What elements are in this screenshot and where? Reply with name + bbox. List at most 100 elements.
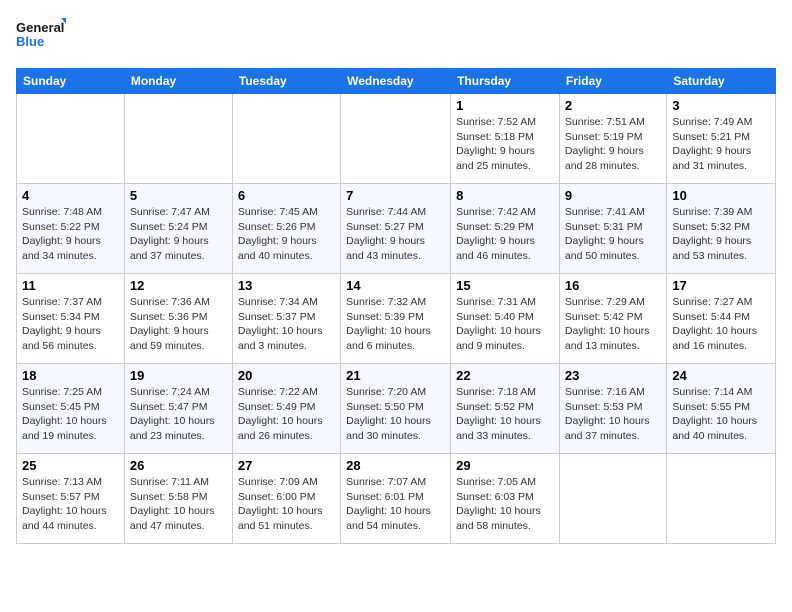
day-number: 13 <box>238 278 335 293</box>
day-number: 21 <box>346 368 445 383</box>
day-info: Sunrise: 7:07 AMSunset: 6:01 PMDaylight:… <box>346 475 445 534</box>
day-info: Sunrise: 7:44 AMSunset: 5:27 PMDaylight:… <box>346 205 445 264</box>
calendar-cell <box>559 454 666 544</box>
day-info: Sunrise: 7:14 AMSunset: 5:55 PMDaylight:… <box>672 385 770 444</box>
day-info: Sunrise: 7:42 AMSunset: 5:29 PMDaylight:… <box>456 205 554 264</box>
calendar-cell: 1 Sunrise: 7:52 AMSunset: 5:18 PMDaylight… <box>451 94 560 184</box>
page-header: General Blue <box>16 16 776 56</box>
day-number: 19 <box>130 368 227 383</box>
day-info: Sunrise: 7:37 AMSunset: 5:34 PMDaylight:… <box>22 295 119 354</box>
day-number: 14 <box>346 278 445 293</box>
day-number: 5 <box>130 188 227 203</box>
header-tuesday: Tuesday <box>232 69 340 94</box>
day-info: Sunrise: 7:41 AMSunset: 5:31 PMDaylight:… <box>565 205 661 264</box>
day-info: Sunrise: 7:34 AMSunset: 5:37 PMDaylight:… <box>238 295 335 354</box>
day-number: 7 <box>346 188 445 203</box>
calendar-cell: 24 Sunrise: 7:14 AMSunset: 5:55 PMDayligh… <box>667 364 776 454</box>
calendar-cell: 6 Sunrise: 7:45 AMSunset: 5:26 PMDaylight… <box>232 184 340 274</box>
header-wednesday: Wednesday <box>341 69 451 94</box>
logo-svg: General Blue <box>16 16 66 56</box>
day-number: 29 <box>456 458 554 473</box>
calendar-cell <box>17 94 125 184</box>
calendar-cell <box>124 94 232 184</box>
calendar-cell: 21 Sunrise: 7:20 AMSunset: 5:50 PMDayligh… <box>341 364 451 454</box>
day-number: 23 <box>565 368 661 383</box>
day-number: 25 <box>22 458 119 473</box>
day-number: 6 <box>238 188 335 203</box>
day-info: Sunrise: 7:51 AMSunset: 5:19 PMDaylight:… <box>565 115 661 174</box>
day-info: Sunrise: 7:25 AMSunset: 5:45 PMDaylight:… <box>22 385 119 444</box>
day-number: 3 <box>672 98 770 113</box>
calendar-cell: 26 Sunrise: 7:11 AMSunset: 5:58 PMDayligh… <box>124 454 232 544</box>
day-info: Sunrise: 7:24 AMSunset: 5:47 PMDaylight:… <box>130 385 227 444</box>
day-info: Sunrise: 7:20 AMSunset: 5:50 PMDaylight:… <box>346 385 445 444</box>
logo: General Blue <box>16 16 66 56</box>
day-info: Sunrise: 7:45 AMSunset: 5:26 PMDaylight:… <box>238 205 335 264</box>
svg-text:General: General <box>16 20 64 35</box>
week-row-1: 1 Sunrise: 7:52 AMSunset: 5:18 PMDaylight… <box>17 94 776 184</box>
day-info: Sunrise: 7:27 AMSunset: 5:44 PMDaylight:… <box>672 295 770 354</box>
header-saturday: Saturday <box>667 69 776 94</box>
header-thursday: Thursday <box>451 69 560 94</box>
day-info: Sunrise: 7:05 AMSunset: 6:03 PMDaylight:… <box>456 475 554 534</box>
day-info: Sunrise: 7:11 AMSunset: 5:58 PMDaylight:… <box>130 475 227 534</box>
calendar-header-row: SundayMondayTuesdayWednesdayThursdayFrid… <box>17 69 776 94</box>
calendar-cell: 8 Sunrise: 7:42 AMSunset: 5:29 PMDaylight… <box>451 184 560 274</box>
calendar-cell: 15 Sunrise: 7:31 AMSunset: 5:40 PMDayligh… <box>451 274 560 364</box>
day-info: Sunrise: 7:48 AMSunset: 5:22 PMDaylight:… <box>22 205 119 264</box>
day-number: 15 <box>456 278 554 293</box>
day-info: Sunrise: 7:18 AMSunset: 5:52 PMDaylight:… <box>456 385 554 444</box>
calendar-cell: 22 Sunrise: 7:18 AMSunset: 5:52 PMDayligh… <box>451 364 560 454</box>
calendar-cell: 3 Sunrise: 7:49 AMSunset: 5:21 PMDaylight… <box>667 94 776 184</box>
calendar-cell: 14 Sunrise: 7:32 AMSunset: 5:39 PMDayligh… <box>341 274 451 364</box>
calendar-cell: 25 Sunrise: 7:13 AMSunset: 5:57 PMDayligh… <box>17 454 125 544</box>
day-number: 1 <box>456 98 554 113</box>
day-number: 27 <box>238 458 335 473</box>
day-info: Sunrise: 7:09 AMSunset: 6:00 PMDaylight:… <box>238 475 335 534</box>
calendar-cell: 20Sunrise: 7:22 AMSunset: 5:49 PMDayligh… <box>232 364 340 454</box>
day-number: 8 <box>456 188 554 203</box>
calendar-cell: 17 Sunrise: 7:27 AMSunset: 5:44 PMDayligh… <box>667 274 776 364</box>
calendar-cell: 19 Sunrise: 7:24 AMSunset: 5:47 PMDayligh… <box>124 364 232 454</box>
calendar-cell: 7 Sunrise: 7:44 AMSunset: 5:27 PMDaylight… <box>341 184 451 274</box>
calendar-cell: 2 Sunrise: 7:51 AMSunset: 5:19 PMDaylight… <box>559 94 666 184</box>
day-info: Sunrise: 7:13 AMSunset: 5:57 PMDaylight:… <box>22 475 119 534</box>
calendar-cell: 5 Sunrise: 7:47 AMSunset: 5:24 PMDaylight… <box>124 184 232 274</box>
day-info: Sunrise: 7:49 AMSunset: 5:21 PMDaylight:… <box>672 115 770 174</box>
calendar-cell: 12 Sunrise: 7:36 AMSunset: 5:36 PMDayligh… <box>124 274 232 364</box>
calendar-cell: 16Sunrise: 7:29 AMSunset: 5:42 PMDayligh… <box>559 274 666 364</box>
calendar-cell: 4Sunrise: 7:48 AMSunset: 5:22 PMDaylight… <box>17 184 125 274</box>
week-row-5: 25 Sunrise: 7:13 AMSunset: 5:57 PMDayligh… <box>17 454 776 544</box>
week-row-3: 11 Sunrise: 7:37 AMSunset: 5:34 PMDayligh… <box>17 274 776 364</box>
day-info: Sunrise: 7:22 AMSunset: 5:49 PMDaylight:… <box>238 385 335 444</box>
calendar-table: SundayMondayTuesdayWednesdayThursdayFrid… <box>16 68 776 544</box>
calendar-cell: 29 Sunrise: 7:05 AMSunset: 6:03 PMDayligh… <box>451 454 560 544</box>
day-number: 12 <box>130 278 227 293</box>
calendar-cell: 10Sunrise: 7:39 AMSunset: 5:32 PMDayligh… <box>667 184 776 274</box>
day-info: Sunrise: 7:47 AMSunset: 5:24 PMDaylight:… <box>130 205 227 264</box>
header-sunday: Sunday <box>17 69 125 94</box>
day-info: Sunrise: 7:31 AMSunset: 5:40 PMDaylight:… <box>456 295 554 354</box>
svg-text:Blue: Blue <box>16 34 44 49</box>
day-info: Sunrise: 7:39 AMSunset: 5:32 PMDaylight:… <box>672 205 770 264</box>
day-number: 24 <box>672 368 770 383</box>
calendar-cell: 28Sunrise: 7:07 AMSunset: 6:01 PMDayligh… <box>341 454 451 544</box>
day-info: Sunrise: 7:16 AMSunset: 5:53 PMDaylight:… <box>565 385 661 444</box>
calendar-cell <box>341 94 451 184</box>
week-row-2: 4Sunrise: 7:48 AMSunset: 5:22 PMDaylight… <box>17 184 776 274</box>
day-number: 2 <box>565 98 661 113</box>
calendar-cell: 9Sunrise: 7:41 AMSunset: 5:31 PMDaylight… <box>559 184 666 274</box>
day-info: Sunrise: 7:52 AMSunset: 5:18 PMDaylight:… <box>456 115 554 174</box>
day-number: 26 <box>130 458 227 473</box>
day-number: 11 <box>22 278 119 293</box>
day-info: Sunrise: 7:32 AMSunset: 5:39 PMDaylight:… <box>346 295 445 354</box>
calendar-cell: 23 Sunrise: 7:16 AMSunset: 5:53 PMDayligh… <box>559 364 666 454</box>
calendar-cell: 27 Sunrise: 7:09 AMSunset: 6:00 PMDayligh… <box>232 454 340 544</box>
day-number: 17 <box>672 278 770 293</box>
header-friday: Friday <box>559 69 666 94</box>
day-number: 22 <box>456 368 554 383</box>
calendar-cell: 18 Sunrise: 7:25 AMSunset: 5:45 PMDayligh… <box>17 364 125 454</box>
calendar-cell <box>232 94 340 184</box>
day-info: Sunrise: 7:36 AMSunset: 5:36 PMDaylight:… <box>130 295 227 354</box>
day-number: 18 <box>22 368 119 383</box>
